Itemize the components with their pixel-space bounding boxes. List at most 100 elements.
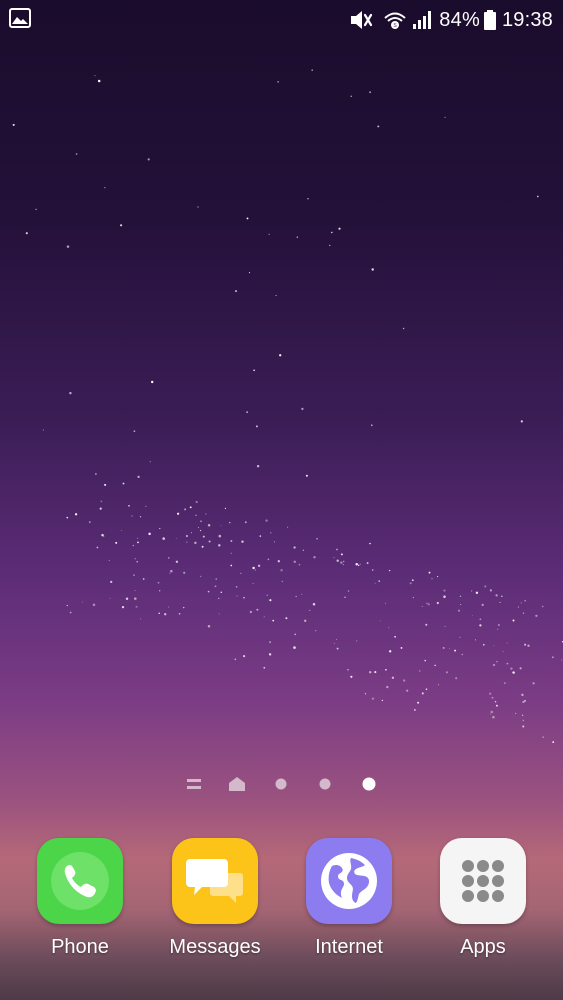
star [424,659,426,662]
star [425,623,428,626]
star [269,641,271,643]
star [277,560,280,563]
star [437,684,440,686]
star [215,578,217,580]
star [168,557,170,559]
star [444,625,446,627]
star [128,505,130,507]
star [189,506,192,509]
phone-app[interactable]: Phone [20,838,140,959]
star [133,574,135,576]
star [313,556,316,559]
star [369,671,372,674]
star [457,609,461,612]
star [253,369,255,372]
star [379,620,381,622]
star [230,564,233,567]
home-icon[interactable] [229,776,245,792]
star [403,679,406,682]
star [388,569,391,572]
star [493,645,495,646]
star [385,668,387,671]
page-dot-active[interactable] [361,776,377,792]
star [182,606,185,609]
star [266,594,268,596]
page-dot[interactable] [273,776,289,792]
star [279,354,282,357]
star [443,589,446,592]
star [427,603,430,606]
star [364,693,367,695]
star [315,630,317,632]
star [197,526,200,529]
star [293,646,296,649]
star [371,569,374,571]
globe-icon[interactable] [306,838,392,924]
star [524,600,526,602]
star [460,603,462,606]
star [255,425,258,428]
star [421,692,424,695]
star [298,563,301,566]
star [178,612,181,615]
star [304,619,307,622]
star [109,597,111,599]
star [425,688,428,690]
star [459,595,462,597]
star [236,595,238,597]
star [489,589,493,592]
star [378,580,381,582]
star [309,609,311,611]
star [419,670,421,672]
star [524,643,527,646]
star [329,244,331,246]
star [254,569,256,571]
star [272,619,275,622]
star [202,535,205,538]
star [151,380,154,384]
star [147,158,150,161]
star [265,519,268,522]
messages-app[interactable]: Messages [155,838,275,959]
star [134,597,137,600]
apps-list-icon[interactable] [186,776,202,792]
star [347,590,350,592]
star [496,661,498,663]
star [246,411,248,413]
star [256,608,259,611]
star [267,558,270,561]
star [371,268,374,271]
star [25,232,28,235]
star [541,605,544,608]
star [100,500,103,503]
phone-icon[interactable] [37,838,123,924]
messages-icon[interactable] [172,838,258,924]
star [195,500,198,504]
status-bar: S 84% 19:38 [0,0,563,40]
page-dot[interactable] [317,776,333,792]
battery-icon [483,10,496,30]
star [312,602,316,606]
star [412,596,415,599]
star [377,125,380,128]
apps-drawer[interactable]: Apps [423,838,543,959]
star [355,563,358,566]
star [371,424,373,426]
star [506,662,509,665]
star [470,590,473,592]
star [449,648,451,650]
star [417,701,420,704]
apps-grid-icon[interactable] [440,838,526,924]
star [110,580,113,584]
star [177,512,180,515]
star [191,532,192,534]
star [42,429,44,431]
star [517,606,519,608]
star [281,580,284,583]
star [244,521,247,524]
star [74,513,78,516]
internet-app[interactable]: Internet [289,838,409,959]
star [333,557,335,559]
star [336,548,338,551]
page-indicator[interactable] [0,774,563,794]
